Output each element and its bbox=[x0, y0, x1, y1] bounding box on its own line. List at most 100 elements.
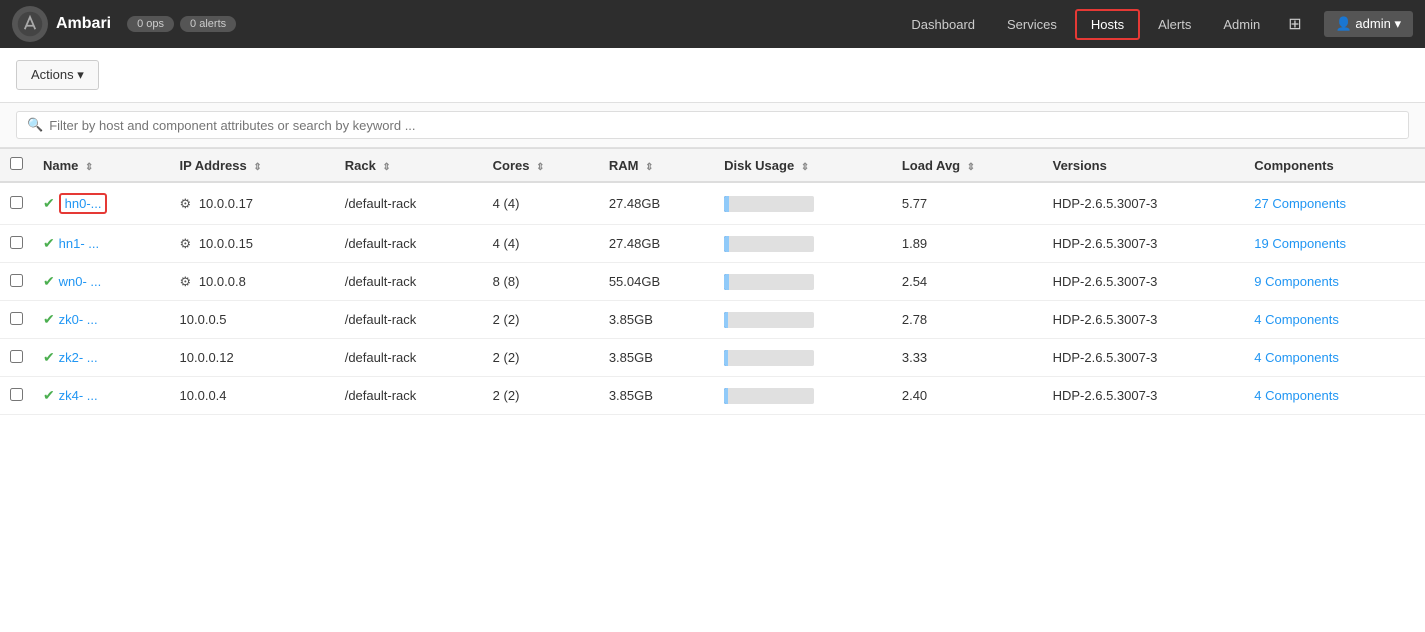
header-disk[interactable]: Disk Usage ⇕ bbox=[714, 149, 892, 183]
table-row: ✔ zk2- ...10.0.0.12/default-rack2 (2)3.8… bbox=[0, 339, 1425, 377]
row-rack-cell: /default-rack bbox=[335, 263, 483, 301]
settings-icon[interactable]: ⚙ bbox=[180, 196, 195, 211]
row-version-cell: HDP-2.6.5.3007-3 bbox=[1043, 339, 1245, 377]
settings-icon[interactable]: ⚙ bbox=[180, 274, 195, 289]
disk-bar-wrap bbox=[724, 274, 814, 290]
row-load-cell: 3.33 bbox=[892, 339, 1043, 377]
host-name-link[interactable]: zk0- ... bbox=[59, 312, 98, 327]
row-load-cell: 5.77 bbox=[892, 182, 1043, 225]
admin-button[interactable]: 👤 admin ▾ bbox=[1324, 11, 1413, 37]
badge-group: 0 ops 0 alerts bbox=[127, 16, 236, 32]
row-ip-cell: ⚙ 10.0.0.8 bbox=[170, 263, 335, 301]
status-icon: ✔ bbox=[43, 195, 59, 211]
header-select-all[interactable] bbox=[0, 149, 33, 183]
disk-bar-wrap bbox=[724, 312, 814, 328]
ip-address: 10.0.0.8 bbox=[199, 274, 246, 289]
disk-bar-wrap bbox=[724, 196, 814, 212]
components-link[interactable]: 4 Components bbox=[1254, 350, 1339, 365]
header-rack[interactable]: Rack ⇕ bbox=[335, 149, 483, 183]
row-ip-cell: 10.0.0.12 bbox=[170, 339, 335, 377]
alerts-badge[interactable]: 0 alerts bbox=[180, 16, 236, 32]
row-name-cell: ✔ hn1- ... bbox=[33, 225, 170, 263]
header-ip[interactable]: IP Address ⇕ bbox=[170, 149, 335, 183]
row-disk-cell bbox=[714, 301, 892, 339]
row-ram-cell: 27.48GB bbox=[599, 225, 714, 263]
row-checkbox[interactable] bbox=[10, 274, 23, 287]
settings-icon[interactable]: ⚙ bbox=[180, 236, 195, 251]
row-version-cell: HDP-2.6.5.3007-3 bbox=[1043, 377, 1245, 415]
row-name-cell: ✔ zk4- ... bbox=[33, 377, 170, 415]
row-ip-cell: ⚙ 10.0.0.15 bbox=[170, 225, 335, 263]
nav-dashboard[interactable]: Dashboard bbox=[897, 11, 989, 38]
header-load[interactable]: Load Avg ⇕ bbox=[892, 149, 1043, 183]
status-icon: ✔ bbox=[43, 235, 59, 251]
components-link[interactable]: 4 Components bbox=[1254, 312, 1339, 327]
brand[interactable]: Ambari bbox=[12, 6, 111, 42]
row-ram-cell: 3.85GB bbox=[599, 301, 714, 339]
host-name-link[interactable]: hn1- ... bbox=[59, 236, 99, 251]
actions-button[interactable]: Actions ▾ bbox=[16, 60, 99, 90]
row-components-cell: 4 Components bbox=[1244, 301, 1425, 339]
row-cores-cell: 4 (4) bbox=[483, 182, 599, 225]
header-name[interactable]: Name ⇕ bbox=[33, 149, 170, 183]
nav-admin[interactable]: Admin bbox=[1209, 11, 1274, 38]
ambari-logo bbox=[12, 6, 48, 42]
row-name-cell: ✔ zk2- ... bbox=[33, 339, 170, 377]
row-checkbox[interactable] bbox=[10, 312, 23, 325]
row-checkbox[interactable] bbox=[10, 196, 23, 209]
disk-bar bbox=[724, 236, 729, 252]
row-version-cell: HDP-2.6.5.3007-3 bbox=[1043, 225, 1245, 263]
row-checkbox-cell bbox=[0, 301, 33, 339]
row-rack-cell: /default-rack bbox=[335, 225, 483, 263]
ip-address: 10.0.0.17 bbox=[199, 196, 253, 211]
header-cores[interactable]: Cores ⇕ bbox=[483, 149, 599, 183]
brand-label: Ambari bbox=[56, 15, 111, 33]
header-ram[interactable]: RAM ⇕ bbox=[599, 149, 714, 183]
admin-label: admin bbox=[1355, 16, 1390, 31]
row-checkbox[interactable] bbox=[10, 388, 23, 401]
filter-input[interactable] bbox=[49, 118, 1398, 133]
nav-services[interactable]: Services bbox=[993, 11, 1071, 38]
row-components-cell: 9 Components bbox=[1244, 263, 1425, 301]
select-all-checkbox[interactable] bbox=[10, 157, 23, 170]
grid-icon[interactable]: ⊞ bbox=[1278, 8, 1311, 40]
row-version-cell: HDP-2.6.5.3007-3 bbox=[1043, 301, 1245, 339]
row-load-cell: 2.40 bbox=[892, 377, 1043, 415]
row-ram-cell: 27.48GB bbox=[599, 182, 714, 225]
row-disk-cell bbox=[714, 339, 892, 377]
main-content: Actions ▾ 🔍 Name ⇕ IP Address ⇕ bbox=[0, 48, 1425, 632]
row-version-cell: HDP-2.6.5.3007-3 bbox=[1043, 182, 1245, 225]
disk-bar bbox=[724, 274, 729, 290]
nav-alerts[interactable]: Alerts bbox=[1144, 11, 1205, 38]
table-row: ✔ zk0- ...10.0.0.5/default-rack2 (2)3.85… bbox=[0, 301, 1425, 339]
row-checkbox-cell bbox=[0, 339, 33, 377]
host-name-link[interactable]: hn0-... bbox=[59, 193, 108, 214]
components-link[interactable]: 9 Components bbox=[1254, 274, 1339, 289]
table-row: ✔ hn1- ...⚙ 10.0.0.15/default-rack4 (4)2… bbox=[0, 225, 1425, 263]
row-ram-cell: 3.85GB bbox=[599, 339, 714, 377]
admin-chevron-icon: ▾ bbox=[1394, 16, 1401, 31]
host-name-link[interactable]: zk4- ... bbox=[59, 388, 98, 403]
components-link[interactable]: 19 Components bbox=[1254, 236, 1346, 251]
nav-hosts[interactable]: Hosts bbox=[1075, 9, 1140, 40]
components-link[interactable]: 4 Components bbox=[1254, 388, 1339, 403]
host-name-link[interactable]: wn0- ... bbox=[59, 274, 102, 289]
host-name-link[interactable]: zk2- ... bbox=[59, 350, 98, 365]
row-components-cell: 27 Components bbox=[1244, 182, 1425, 225]
ops-badge[interactable]: 0 ops bbox=[127, 16, 174, 32]
filter-input-wrap: 🔍 bbox=[16, 111, 1409, 139]
row-disk-cell bbox=[714, 182, 892, 225]
table-row: ✔ zk4- ...10.0.0.4/default-rack2 (2)3.85… bbox=[0, 377, 1425, 415]
admin-icon: 👤 bbox=[1336, 16, 1356, 31]
status-icon: ✔ bbox=[43, 349, 59, 365]
row-checkbox[interactable] bbox=[10, 236, 23, 249]
disk-bar-wrap bbox=[724, 236, 814, 252]
row-components-cell: 4 Components bbox=[1244, 339, 1425, 377]
row-checkbox-cell bbox=[0, 182, 33, 225]
components-link[interactable]: 27 Components bbox=[1254, 196, 1346, 211]
ip-address: 10.0.0.12 bbox=[180, 350, 234, 365]
ip-address: 10.0.0.15 bbox=[199, 236, 253, 251]
row-load-cell: 1.89 bbox=[892, 225, 1043, 263]
row-checkbox[interactable] bbox=[10, 350, 23, 363]
disk-bar bbox=[724, 388, 728, 404]
